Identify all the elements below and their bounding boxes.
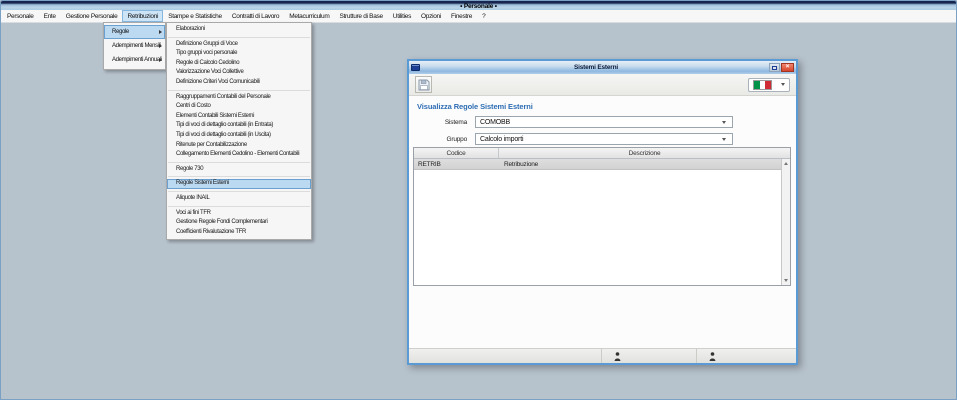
statusbar-cell [601,349,696,363]
table-header: Codice Descrizione [414,148,790,159]
menu-item-adempimenti-mensili[interactable]: Adempimenti Mensili [104,39,165,53]
chevron-down-icon [722,138,726,141]
gruppo-label: Gruppo [409,136,467,143]
table-scrollbar[interactable] [781,159,790,285]
scroll-up-icon[interactable] [784,162,788,165]
menu-separator [168,176,310,177]
menu-ente[interactable]: Ente [39,10,61,22]
statusbar-cell [696,349,791,363]
dialog-window-icon [411,64,420,71]
menu-separator [168,191,310,192]
page-title: Visualizza Regole Sistemi Esterni [417,102,796,111]
menu-item-elaborazioni[interactable]: Elaborazioni [167,25,311,35]
person-icon [709,352,716,361]
menu-utilities[interactable]: Utilities [388,10,416,22]
menu-item[interactable]: Tipo gruppi voci personale [167,49,311,59]
menu-separator [168,162,310,163]
column-header-descrizione: Descrizione [499,148,790,158]
menu-stampe-e-statistiche[interactable]: Stampe e Statistiche [163,10,227,22]
menu-item-aliquote-inail[interactable]: Aliquote INAIL [167,194,311,204]
menu-item-regole-sistemi-esterni[interactable]: Regole Sistemi Esterni [167,179,311,189]
gruppo-value: Calcolo importi [480,136,722,143]
menu-item[interactable]: Definizione Criteri Voci Comunicabili [167,78,311,88]
menu-retribuzioni[interactable]: Retribuzioni [122,10,163,22]
menu-strutture-di-base[interactable]: Strutture di Base [334,10,387,22]
dialog-statusbar [409,348,796,363]
gruppo-select[interactable]: Calcolo importi [475,133,733,145]
menu-separator [168,206,310,207]
sistemi-esterni-dialog: Sistemi Esterni × Visualizza Regole Sist… [407,59,798,365]
floppy-disk-icon [418,79,430,91]
dialog-toolbar [409,74,796,96]
save-button[interactable] [415,76,432,93]
menu-gestione-personale[interactable]: Gestione Personale [61,10,123,22]
menu-item-label: Adempimenti Annuali [112,57,162,63]
menu-item[interactable]: Ritenute per Contabilizzazione [167,141,311,151]
chevron-down-icon [781,83,785,86]
chevron-down-icon [722,121,726,124]
submenu-arrow-icon [159,44,162,48]
main-titlebar: • Personale • [0,0,957,10]
person-icon [614,352,621,361]
menu-item-regole[interactable]: Regole [104,25,165,39]
sistema-select[interactable]: COMOBB [475,116,733,128]
menu-item[interactable]: Raggruppamenti Contabili del Personale [167,93,311,103]
dialog-title: Sistemi Esterni [423,64,769,71]
main-window-title: • Personale • [460,3,497,10]
dialog-body: Visualizza Regole Sistemi Esterni Sistem… [409,96,796,348]
menu-item[interactable]: Tipi di voci di dettaglio contabili (in … [167,131,311,141]
gruppo-field-row: Gruppo Calcolo importi [409,133,796,145]
dialog-titlebar[interactable]: Sistemi Esterni × [409,61,796,74]
menu-item[interactable]: Collegamento Elementi Cedolino - Element… [167,150,311,160]
menu-item-label: Regole [112,29,129,35]
menu-item[interactable]: Regole di Calcolo Cedolino [167,59,311,69]
menu-separator [168,90,310,91]
menu-item[interactable]: Elementi Contabili Sistemi Esterni [167,112,311,122]
cell-descrizione: Retribuzione [499,161,790,168]
rules-table: Codice Descrizione RETRIB Retribuzione [413,147,791,286]
close-button[interactable]: × [781,63,794,72]
menu-item[interactable]: Centri di Costo [167,102,311,112]
language-dropdown[interactable] [748,78,790,92]
cell-codice: RETRIB [414,161,499,168]
menu-item[interactable]: Gestione Regole Fondi Complementari [167,218,311,228]
sistema-field-row: Sistema COMOBB [409,116,796,128]
menu-separator [168,37,310,38]
sistema-value: COMOBB [480,119,722,126]
submenu-arrow-icon [159,58,162,62]
menu-finestre[interactable]: Finestre [446,10,477,22]
scroll-down-icon[interactable] [784,279,788,282]
submenu-arrow-icon [159,30,162,34]
menu-item[interactable]: Definizione Gruppi di Voce [167,40,311,50]
menu-item[interactable]: Voci ai fini TFR [167,209,311,219]
menu-item[interactable]: Valorizzazione Voci Collettive [167,68,311,78]
regole-submenu: Elaborazioni Definizione Gruppi di Voce … [166,22,312,240]
menu-item[interactable]: Tipi di voci di dettaglio contabili (in … [167,121,311,131]
menu-opzioni[interactable]: Opzioni [416,10,446,22]
italian-flag-icon [753,80,772,90]
menu-item-regole-730[interactable]: Regole 730 [167,165,311,175]
retribuzioni-dropdown-menu: Regole Adempimenti Mensili Adempimenti A… [103,22,166,70]
menu-help[interactable]: ? [477,10,490,22]
menu-item-label: Adempimenti Mensili [112,43,161,49]
table-row[interactable]: RETRIB Retribuzione [414,159,790,170]
column-header-codice: Codice [414,148,499,158]
menu-metacurriculum[interactable]: Metacurriculum [284,10,334,22]
menu-item[interactable]: Coefficienti Rivalutazione TFR [167,228,311,238]
restore-icon [772,66,777,70]
menu-contratti-di-lavoro[interactable]: Contratti di Lavoro [227,10,284,22]
menu-personale[interactable]: Personale [2,10,39,22]
sistema-label: Sistema [409,119,467,126]
restore-button[interactable] [769,63,780,72]
menu-item-adempimenti-annuali[interactable]: Adempimenti Annuali [104,53,165,67]
